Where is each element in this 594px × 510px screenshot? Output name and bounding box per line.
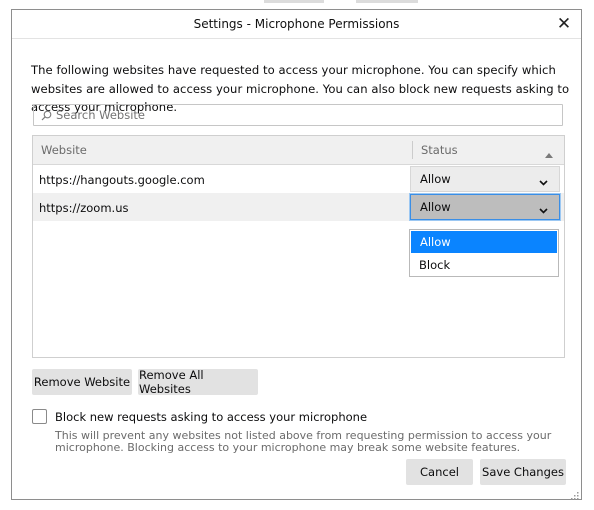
sort-ascending-icon <box>545 147 553 161</box>
table-header: Website Status <box>33 136 564 165</box>
dialog-titlebar: Settings - Microphone Permissions ✕ <box>12 10 581 39</box>
status-value: Allow <box>420 200 451 214</box>
block-new-requests-checkbox[interactable] <box>32 409 47 424</box>
search-box[interactable] <box>33 104 563 126</box>
status-dropdown-menu: Allow Block <box>409 229 559 277</box>
website-cell: https://hangouts.google.com <box>39 173 205 187</box>
website-cell: https://zoom.us <box>39 201 129 215</box>
status-select[interactable]: Allow <box>410 166 560 192</box>
dropdown-option-allow[interactable]: Allow <box>411 231 557 253</box>
background-chrome-strip <box>356 0 418 3</box>
column-header-status[interactable]: Status <box>421 143 458 157</box>
microphone-permissions-dialog: Settings - Microphone Permissions ✕ The … <box>11 9 582 500</box>
chevron-down-icon <box>539 175 548 189</box>
column-divider[interactable] <box>412 141 413 159</box>
cancel-button[interactable]: Cancel <box>406 459 473 485</box>
status-value: Allow <box>420 172 451 186</box>
table-row[interactable]: https://hangouts.google.com Allow <box>33 165 564 193</box>
save-changes-button[interactable]: Save Changes <box>480 459 566 485</box>
column-header-website[interactable]: Website <box>41 143 87 157</box>
close-icon[interactable]: ✕ <box>553 13 575 35</box>
block-new-requests-hint: This will prevent any websites not liste… <box>55 429 552 454</box>
search-icon <box>40 109 52 121</box>
status-select[interactable]: Allow <box>410 194 560 220</box>
block-new-requests-label[interactable]: Block new requests asking to access your… <box>55 410 367 424</box>
dialog-title: Settings - Microphone Permissions <box>193 17 400 31</box>
table-row[interactable]: https://zoom.us Allow <box>33 193 564 221</box>
remove-all-websites-button[interactable]: Remove All Websites <box>138 368 258 396</box>
dropdown-option-block[interactable]: Block <box>410 254 558 276</box>
background-chrome-strip <box>264 0 324 3</box>
chevron-down-icon <box>539 203 548 217</box>
search-input[interactable] <box>56 108 536 122</box>
remove-website-button[interactable]: Remove Website <box>32 369 132 395</box>
resize-grip-icon[interactable] <box>571 489 579 500</box>
